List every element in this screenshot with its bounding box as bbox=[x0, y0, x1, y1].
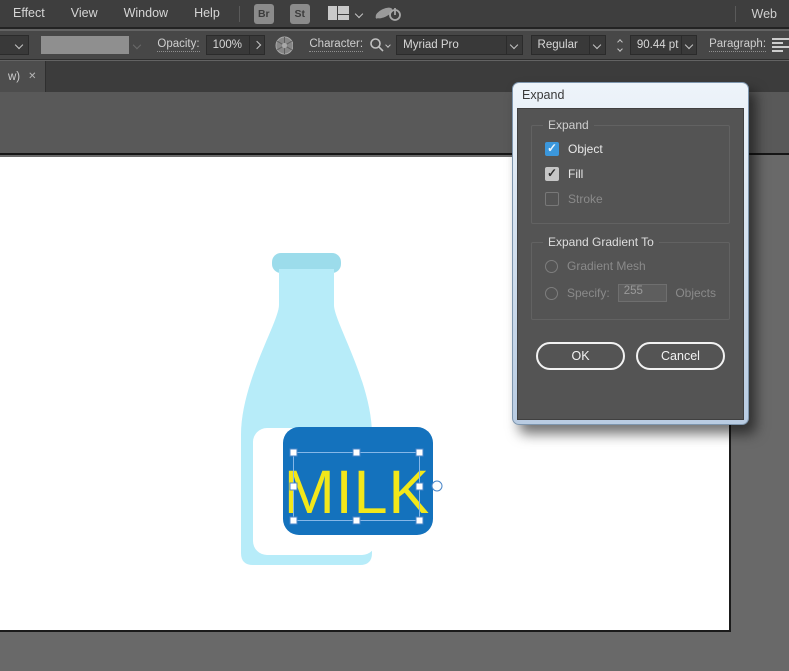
expand-dialog: Expand Expand Object Fill Stroke Expand bbox=[512, 82, 749, 425]
chevron-down-icon[interactable] bbox=[355, 9, 363, 17]
document-tab[interactable]: w) ✕ bbox=[0, 61, 46, 92]
expand-group-label: Expand bbox=[543, 118, 594, 132]
menu-bar: Effect View Window Help Br St Web bbox=[0, 0, 789, 29]
close-icon[interactable]: ✕ bbox=[28, 71, 36, 82]
chevron-down-icon[interactable] bbox=[385, 42, 391, 48]
cancel-button[interactable]: Cancel bbox=[636, 342, 725, 370]
menu-effect[interactable]: Effect bbox=[0, 0, 58, 28]
gpu-rocket-icon[interactable] bbox=[374, 4, 404, 24]
menu-help[interactable]: Help bbox=[181, 0, 233, 28]
gradient-mesh-row: Gradient Mesh bbox=[545, 259, 716, 273]
specify-input-disabled: 255 bbox=[618, 284, 668, 302]
gradient-mesh-radio-disabled bbox=[545, 260, 558, 273]
opacity-input[interactable]: 100% bbox=[206, 35, 250, 55]
dialog-body: Expand Object Fill Stroke Expand Gradien… bbox=[517, 108, 744, 420]
chevron-down-icon bbox=[685, 41, 693, 49]
chevron-down-icon bbox=[617, 46, 623, 52]
object-checkbox-checked[interactable] bbox=[545, 142, 559, 156]
ok-button[interactable]: OK bbox=[536, 342, 625, 370]
specify-label: Specify: bbox=[567, 286, 610, 300]
workspace-layout-icon[interactable] bbox=[328, 6, 350, 21]
paragraph-label[interactable]: Paragraph: bbox=[709, 38, 766, 52]
specify-row: Specify: 255 Objects bbox=[545, 284, 716, 302]
font-family-chevron[interactable] bbox=[507, 35, 522, 55]
variable-width-dropdown[interactable] bbox=[0, 35, 29, 55]
fill-option-row[interactable]: Fill bbox=[545, 167, 716, 181]
chevron-down-icon bbox=[593, 41, 601, 49]
opacity-menu-button[interactable] bbox=[250, 35, 265, 55]
font-style-select[interactable]: Regular bbox=[531, 35, 591, 55]
character-label[interactable]: Character: bbox=[309, 38, 363, 52]
fill-checkbox-checked[interactable] bbox=[545, 167, 559, 181]
expand-options-group: Expand Object Fill Stroke bbox=[531, 125, 730, 224]
font-search-icon[interactable] bbox=[369, 37, 384, 53]
specify-radio-disabled bbox=[545, 287, 558, 300]
chevron-down-icon[interactable] bbox=[132, 41, 140, 49]
font-style-chevron[interactable] bbox=[590, 35, 605, 55]
gradient-group-label: Expand Gradient To bbox=[543, 235, 659, 249]
font-size-chevron[interactable] bbox=[682, 35, 697, 55]
chevron-up-icon bbox=[617, 39, 623, 45]
dialog-button-row: OK Cancel bbox=[531, 342, 730, 370]
milk-text[interactable]: MILK bbox=[284, 458, 430, 526]
control-bar: Opacity: 100% Character: Myriad Pro Regu… bbox=[0, 31, 789, 60]
dialog-title[interactable]: Expand bbox=[517, 83, 744, 108]
chevron-right-icon bbox=[253, 41, 261, 49]
align-bar bbox=[772, 42, 783, 44]
menu-view[interactable]: View bbox=[58, 0, 111, 28]
rotate-handle[interactable] bbox=[432, 481, 442, 491]
object-checkbox-label: Object bbox=[568, 142, 603, 156]
stroke-option-row: Stroke bbox=[545, 192, 716, 206]
document-tab-label: w) bbox=[8, 71, 20, 83]
workspace-pane-top bbox=[338, 6, 349, 14]
stock-icon[interactable]: St bbox=[290, 4, 310, 24]
opacity-label[interactable]: Opacity: bbox=[157, 38, 199, 52]
recolor-artwork-icon[interactable] bbox=[275, 36, 293, 55]
chevron-down-icon bbox=[15, 41, 23, 49]
font-size-stepper[interactable] bbox=[614, 35, 627, 55]
gradient-options-group: Expand Gradient To Gradient Mesh Specify… bbox=[531, 242, 730, 320]
fill-checkbox-label: Fill bbox=[568, 167, 583, 181]
workspace-pane-left bbox=[328, 6, 337, 20]
objects-label: Objects bbox=[675, 286, 716, 300]
stroke-checkbox-label: Stroke bbox=[568, 192, 603, 206]
object-option-row[interactable]: Object bbox=[545, 142, 716, 156]
gradient-mesh-label: Gradient Mesh bbox=[567, 259, 646, 273]
align-bar bbox=[772, 50, 783, 52]
menu-window[interactable]: Window bbox=[111, 0, 181, 28]
workspace-pane-bottom bbox=[338, 15, 349, 20]
chevron-down-icon bbox=[510, 41, 518, 49]
stroke-checkbox-disabled bbox=[545, 192, 559, 206]
align-bar bbox=[772, 46, 789, 48]
font-family-select[interactable]: Myriad Pro bbox=[396, 35, 507, 55]
menubar-separator bbox=[239, 6, 240, 22]
font-size-input[interactable]: 90.44 pt bbox=[630, 35, 682, 55]
menubar-right-separator bbox=[735, 6, 736, 22]
align-left-icon[interactable] bbox=[772, 38, 789, 52]
brush-style-swatch[interactable] bbox=[41, 36, 129, 54]
illustrator-window: Effect View Window Help Br St Web Op bbox=[0, 0, 789, 671]
align-bar bbox=[772, 38, 789, 40]
bridge-icon[interactable]: Br bbox=[254, 4, 274, 24]
workspace-switcher[interactable]: Web bbox=[742, 7, 789, 21]
